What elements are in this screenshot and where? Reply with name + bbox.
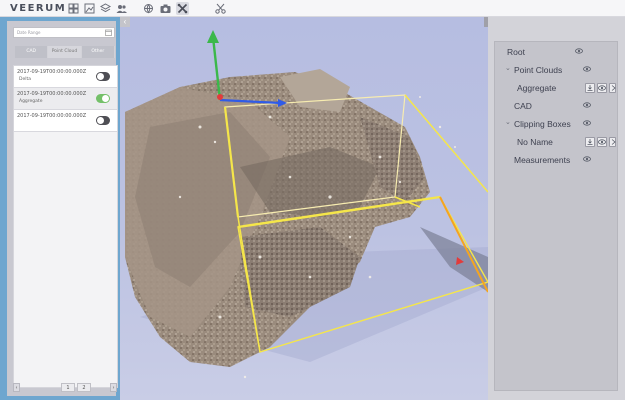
tree-item-clipping-boxes[interactable]: Clipping Boxes: [514, 117, 571, 131]
y-axis-arrow[interactable]: [207, 30, 219, 43]
list-item[interactable]: 2017-09-19T00:00:00.000Z: [14, 110, 117, 132]
item-name: Aggregate: [19, 99, 43, 104]
dataset-list: 2017-09-19T00:00:00.000Z Delta 2017-09-1…: [13, 65, 118, 388]
eye-icon[interactable]: [583, 119, 593, 129]
eye-icon[interactable]: [583, 155, 593, 165]
page-1-button[interactable]: 1: [61, 383, 75, 392]
tab-point-cloud[interactable]: Point Cloud: [48, 46, 82, 58]
app-logo: VEERUM: [10, 3, 67, 14]
data-type-tabs: CAD Point Cloud Other: [15, 46, 115, 58]
tree-label: Measurements: [514, 155, 571, 165]
scene-tree: Root ⌄ Point Clouds Aggregate CAD ⌄ Clip…: [494, 41, 618, 391]
list-item[interactable]: 2017-09-19T00:00:00.000Z Delta: [14, 66, 117, 88]
page-2-button[interactable]: 2: [77, 383, 91, 392]
download-icon[interactable]: [585, 137, 595, 147]
calendar-icon[interactable]: [105, 29, 112, 36]
pagination: ‹ 1 2 ›: [13, 383, 117, 393]
tree-label: CAD: [514, 101, 532, 111]
globe-icon[interactable]: [142, 2, 155, 15]
layers-icon[interactable]: [99, 2, 112, 15]
chevron-down-icon[interactable]: ⌄: [505, 118, 511, 126]
image-icon[interactable]: [83, 2, 96, 15]
camera-icon[interactable]: [159, 2, 172, 15]
tab-cad[interactable]: CAD: [15, 46, 49, 58]
item-date: 2017-09-19T00:00:00.000Z: [17, 69, 87, 75]
next-page-button[interactable]: ›: [110, 383, 117, 392]
left-panel: Date Range CAD Point Cloud Other 2017-09…: [0, 17, 120, 400]
tree-item-aggregate[interactable]: Aggregate: [517, 81, 556, 95]
eye-icon[interactable]: [575, 47, 585, 57]
chevron-right-icon[interactable]: [609, 137, 616, 147]
toggle-knob: [97, 73, 104, 80]
list-item[interactable]: 2017-09-19T00:00:00.000Z Aggregate: [14, 88, 117, 110]
left-panel-content: Date Range CAD Point Cloud Other 2017-09…: [7, 21, 118, 396]
eye-icon[interactable]: [583, 65, 593, 75]
tree-label: Root: [507, 47, 525, 57]
tree-item-measurements[interactable]: Measurements: [514, 153, 570, 167]
top-toolbar: VEERUM: [0, 0, 625, 17]
chevron-down-icon[interactable]: ⌄: [505, 64, 511, 72]
tree-item-no-name[interactable]: No Name: [517, 135, 553, 149]
grid-icon[interactable]: [67, 2, 80, 15]
tree-label: Clipping Boxes: [514, 119, 571, 129]
visibility-toggle[interactable]: [96, 94, 110, 103]
prev-page-button[interactable]: ‹: [13, 383, 20, 392]
item-date: 2017-09-19T00:00:00.000Z: [17, 91, 87, 97]
settings-tools-icon[interactable]: [176, 2, 189, 15]
chevron-right-icon[interactable]: [609, 83, 616, 93]
visibility-toggle[interactable]: [96, 72, 110, 81]
eye-icon[interactable]: [597, 137, 607, 147]
date-range-search-input[interactable]: Date Range: [13, 27, 115, 38]
z-axis-handle[interactable]: [217, 94, 223, 100]
3d-viewport[interactable]: [120, 17, 488, 400]
scissors-icon[interactable]: [214, 2, 227, 15]
eye-icon[interactable]: [583, 101, 593, 111]
tree-label: Aggregate: [517, 83, 557, 93]
point-cloud-scene[interactable]: [120, 17, 488, 400]
tree-item-cad[interactable]: CAD: [514, 99, 532, 113]
toggle-knob: [102, 95, 109, 102]
item-name: Delta: [19, 77, 32, 82]
users-icon[interactable]: [115, 2, 128, 15]
tab-other[interactable]: Other: [81, 46, 115, 58]
toggle-knob: [97, 117, 104, 124]
eye-icon[interactable]: [597, 83, 607, 93]
tree-label: Point Clouds: [514, 65, 563, 75]
item-date: 2017-09-19T00:00:00.000Z: [17, 113, 87, 119]
right-panel: Root ⌄ Point Clouds Aggregate CAD ⌄ Clip…: [488, 17, 625, 400]
tree-item-root[interactable]: Root: [507, 45, 525, 59]
collapse-left-panel-button[interactable]: ‹: [120, 17, 130, 27]
visibility-toggle[interactable]: [96, 116, 110, 125]
search-placeholder: Date Range: [17, 30, 41, 35]
tree-item-point-clouds[interactable]: Point Clouds: [514, 63, 562, 77]
tree-label: No Name: [517, 137, 553, 147]
download-icon[interactable]: [585, 83, 595, 93]
